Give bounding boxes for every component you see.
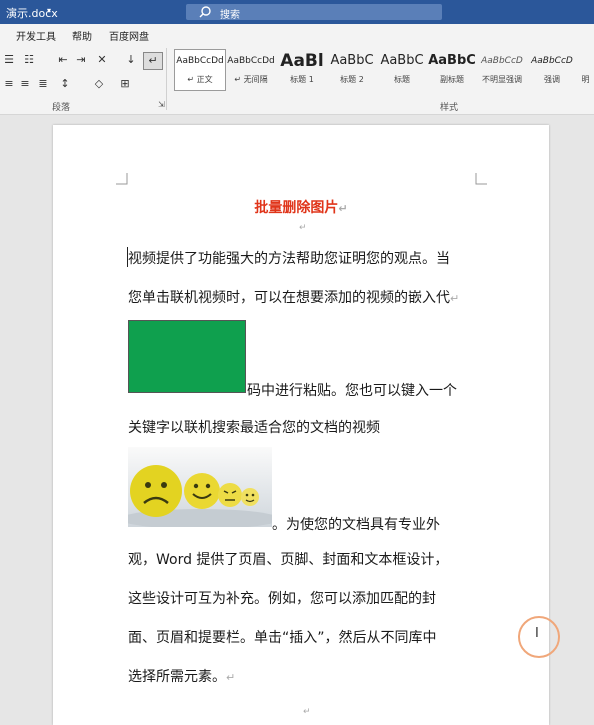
borders-icon[interactable]: ⊞ — [116, 76, 134, 92]
search-icon — [199, 6, 211, 18]
search-box[interactable]: 搜索 — [186, 4, 442, 21]
style-heading-1[interactable]: AaBl 标题 1 — [277, 50, 327, 90]
increase-indent-icon[interactable]: ⇥ — [72, 52, 90, 68]
style-preview — [577, 50, 594, 72]
body-line: 码中进行粘贴。您也可以键入一个 — [247, 383, 457, 399]
numbering-icon[interactable]: ☷ — [20, 52, 38, 68]
style-preview: AaBbC — [428, 53, 476, 68]
body-line: 面、页眉和提要栏。单击“插入”，然后从不同库中 — [128, 630, 437, 646]
green-rectangle-shape[interactable] — [128, 320, 246, 393]
line-spacing-icon[interactable]: ↕ — [56, 76, 74, 92]
style-name: 副标题 — [440, 75, 464, 84]
style-name: 明 — [581, 75, 590, 84]
style-name: 标题 2 — [340, 75, 364, 84]
style-name: ↵ 正文 — [187, 75, 213, 84]
menu-item-developer[interactable]: 开发工具 — [16, 28, 56, 43]
title-bar: 演示.docx ▾ 搜索 — [0, 0, 594, 24]
style-emphasis[interactable]: AaBbCcD 强调 — [527, 50, 577, 90]
style-preview: AaBl — [280, 51, 324, 71]
chevron-down-icon[interactable]: ▾ — [47, 6, 51, 15]
paragraph-group-label: 段落 — [52, 103, 71, 113]
align-center-icon[interactable]: ≡ — [16, 76, 34, 92]
paragraph-mark: ↵ — [226, 671, 236, 684]
shading-icon[interactable]: ◇ — [90, 76, 108, 92]
paragraph-mark: ↵ — [303, 707, 311, 717]
style-preview: AaBbCcD — [481, 56, 523, 66]
style-heading-2[interactable]: AaBbC 标题 2 — [327, 50, 377, 90]
chinese-layout-icon[interactable]: ✕ — [93, 52, 111, 68]
ibeam-cursor-icon: I — [535, 626, 539, 641]
document-heading: 批量删除图片↵ — [53, 197, 549, 217]
ribbon-separator — [166, 48, 167, 110]
line-text: 选择所需元素。 — [128, 669, 226, 685]
menu-bar: 开发工具 帮助 百度网盘 — [0, 24, 594, 44]
body-line: 这些设计可互为补充。例如，您可以添加匹配的封 — [128, 591, 436, 607]
style-subtle-emphasis[interactable]: AaBbCcD 不明显强调 — [477, 50, 527, 90]
style-title[interactable]: AaBbC 标题 — [377, 50, 427, 90]
style-normal[interactable]: AaBbCcDd ↵ 正文 — [174, 49, 226, 91]
body-line: 选择所需元素。↵ — [128, 666, 235, 686]
ribbon: ☰ ☷ ⇤ ⇥ ✕ ↓ ↵ ≡ ≡ ≣ ↕ ◇ ⊞ 段落 ⇲ AaBbCcDd … — [0, 44, 594, 115]
body-line: 您单击联机视频时，可以在想要添加的视频的嵌入代↵ — [128, 287, 459, 307]
body-line: 观，Word 提供了页眉、页脚、封面和文本框设计， — [128, 552, 449, 568]
style-name: 标题 1 — [290, 75, 314, 84]
menu-item-help[interactable]: 帮助 — [72, 28, 92, 43]
document-page[interactable]: 批量删除图片↵ ↵ 视频提供了功能强大的方法帮助您证明您的观点。当 您单击联机视… — [53, 125, 549, 725]
menu-item-baidu-disk[interactable]: 百度网盘 — [109, 28, 149, 43]
style-preview: AaBbC — [380, 53, 424, 68]
heading-text: 批量删除图片 — [254, 200, 339, 216]
style-name: ↵ 无间隔 — [234, 75, 268, 84]
show-marks-icon[interactable]: ↵ — [143, 52, 163, 70]
style-name: 标题 — [394, 75, 410, 84]
decrease-indent-icon[interactable]: ⇤ — [54, 52, 72, 68]
justify-icon[interactable]: ≣ — [34, 76, 52, 92]
paragraph-mark: ↵ — [338, 202, 348, 215]
style-preview: AaBbCcDd — [176, 56, 224, 66]
style-preview: AaBbCcD — [531, 56, 573, 66]
style-preview: AaBbCcDd — [227, 56, 275, 66]
paragraph-mark: ↵ — [450, 292, 460, 305]
search-placeholder: 搜索 — [220, 10, 240, 21]
body-line: 。为使您的文档具有专业外 — [272, 517, 440, 533]
style-no-spacing[interactable]: AaBbCcDd ↵ 无间隔 — [226, 50, 276, 90]
smiley-faces-icon — [128, 465, 272, 527]
smiley-balls-picture[interactable] — [128, 447, 272, 527]
style-preview: AaBbC — [330, 53, 374, 68]
style-name: 不明显强调 — [482, 75, 522, 84]
styles-group-label: 样式 — [440, 103, 459, 113]
crop-mark — [475, 173, 487, 185]
crop-mark — [116, 173, 128, 185]
dialog-launcher-icon[interactable]: ⇲ — [158, 100, 165, 109]
style-partial[interactable]: 明 — [577, 50, 594, 90]
body-line: 关键字以联机搜索最适合您的文档的视频 — [128, 420, 380, 436]
sort-icon[interactable]: ↓ — [122, 52, 140, 68]
paragraph-mark: ↵ — [299, 223, 307, 233]
bullets-icon[interactable]: ☰ — [0, 52, 18, 68]
mouse-cursor-highlight — [518, 616, 560, 658]
style-name: 强调 — [544, 75, 560, 84]
body-line: 视频提供了功能强大的方法帮助您证明您的观点。当 — [128, 251, 450, 267]
style-subtitle[interactable]: AaBbC 副标题 — [427, 50, 477, 90]
text-caret — [127, 247, 128, 267]
line-text: 您单击联机视频时，可以在想要添加的视频的嵌入代 — [128, 290, 450, 306]
